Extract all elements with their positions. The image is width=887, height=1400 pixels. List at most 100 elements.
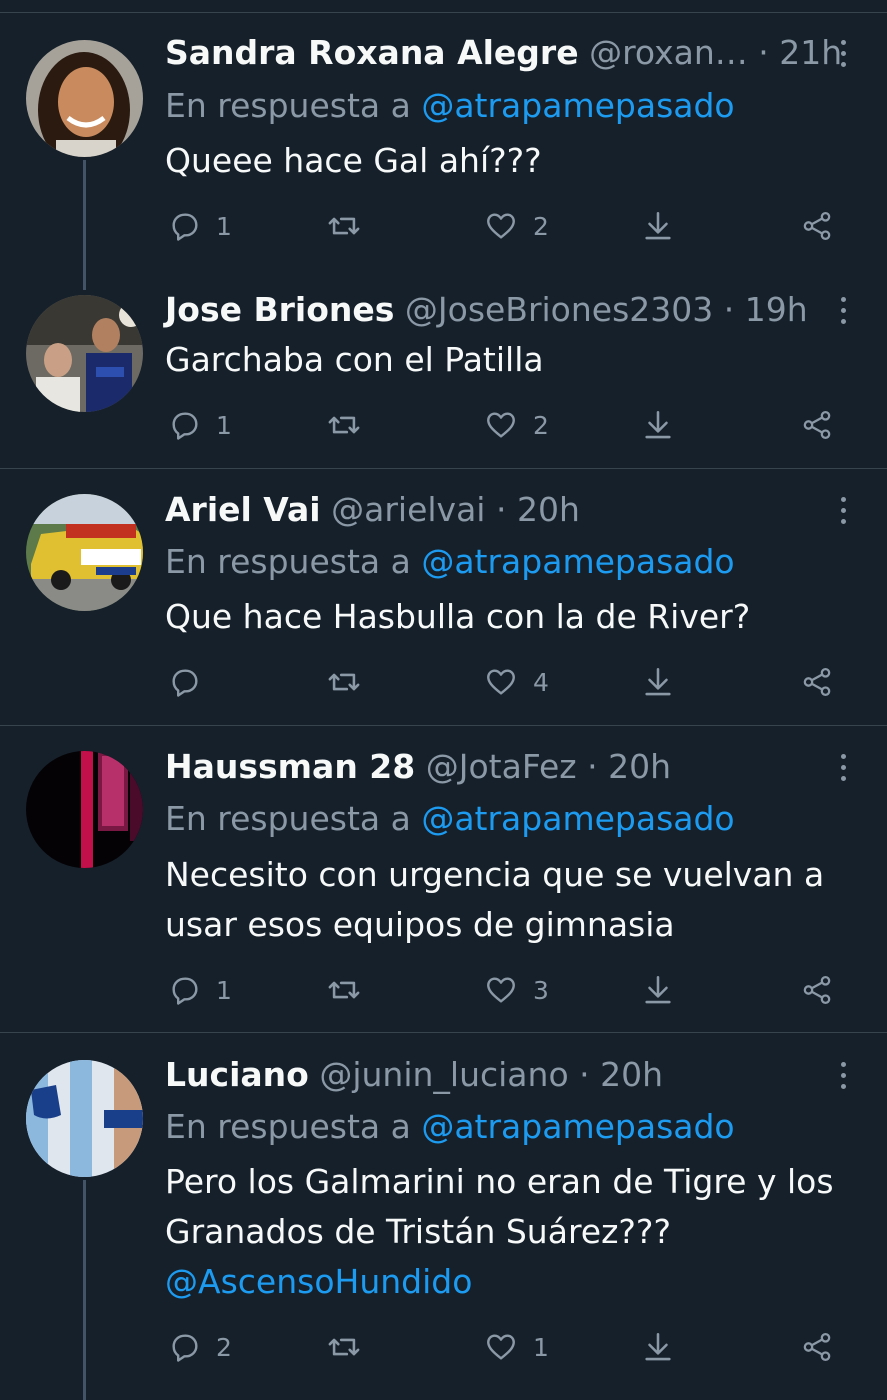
download-icon [645,1332,671,1361]
reply-to-link[interactable]: @atrapamepasado [421,86,734,125]
like-count: 2 [533,211,549,241]
tweet-text-line: Que hace Hasbulla con la de River? [165,597,751,636]
like-count: 3 [533,975,549,1005]
handle[interactable]: @roxan… [589,33,748,72]
reply-to-link[interactable]: @atrapamepasado [421,542,734,581]
reply-button[interactable]: 1 [168,206,232,246]
timestamp[interactable]: · 20h [577,747,671,786]
like-count: 1 [533,1332,549,1362]
reply-to-link[interactable]: @atrapamepasado [421,799,734,838]
retweet-button[interactable] [325,970,377,1010]
avatar[interactable] [26,1060,143,1177]
more-icon[interactable] [832,33,854,73]
share-button[interactable] [799,662,835,702]
download-icon [645,667,671,696]
timestamp[interactable]: · 19h [713,290,808,329]
tweet-text: Necesito con urgencia que se vuelvan a u… [165,850,855,950]
timestamp[interactable]: · 20h [569,1055,663,1094]
tweet-text: Garchaba con el Patilla [165,335,855,385]
display-name[interactable]: Sandra Roxana Alegre [165,33,579,72]
share-button[interactable] [799,206,835,246]
handle[interactable]: @JoseBriones2303 [405,290,713,329]
display-name[interactable]: Jose Briones [165,290,394,329]
handle[interactable]: @JotaFez [426,747,577,786]
retweet-button[interactable] [325,1327,377,1367]
tweet-1[interactable]: Sandra Roxana Alegre @roxan… · 21h En re… [0,0,887,290]
more-icon[interactable] [832,290,854,330]
tweet-header: Haussman 28 @JotaFez · 20h [165,747,671,787]
heart-icon [487,977,515,1003]
reply-icon [172,1334,198,1362]
tweet-text-line: Necesito con urgencia que se vuelvan a [165,855,825,894]
avatar[interactable] [26,751,143,868]
tweet-text-line: Garchaba con el Patilla [165,340,544,379]
display-name[interactable]: Ariel Vai [165,490,321,529]
download-button[interactable] [641,970,675,1010]
download-button[interactable] [641,1327,675,1367]
avatar[interactable] [26,494,143,611]
download-icon [645,975,671,1004]
reply-context: En respuesta a @atrapamepasado [165,86,735,126]
display-name[interactable]: Luciano [165,1055,309,1094]
share-icon [803,667,831,697]
tweet-header: Ariel Vai @arielvai · 20h [165,490,580,530]
tweet-text: Pero los Galmarini no eran de Tigre y lo… [165,1157,855,1307]
like-button[interactable]: 1 [483,1327,549,1367]
tweet-5[interactable]: Luciano @junin_luciano · 20h En respuest… [0,1033,887,1400]
reply-button[interactable]: 1 [168,970,232,1010]
tweet-text-line: Queee hace Gal ahí??? [165,141,542,180]
more-icon[interactable] [832,747,854,787]
retweet-icon [328,981,360,999]
reply-prefix: En respuesta a [165,1107,411,1146]
like-count: 2 [533,410,549,440]
retweet-icon [328,1338,360,1356]
tweet-text-line: Pero los Galmarini no eran de Tigre y lo… [165,1162,834,1201]
reply-prefix: En respuesta a [165,86,411,125]
handle[interactable]: @junin_luciano [319,1055,568,1094]
share-button[interactable] [799,405,835,445]
more-icon[interactable] [832,490,854,530]
reply-button[interactable]: 2 [168,1327,232,1367]
share-icon [803,975,831,1005]
reply-count: 1 [216,211,232,241]
more-icon[interactable] [832,1055,854,1095]
like-button[interactable]: 2 [483,405,549,445]
mention-link[interactable]: @AscensoHundido [165,1257,855,1307]
download-button[interactable] [641,662,675,702]
share-icon [803,211,831,241]
reply-icon [172,412,198,440]
like-button[interactable]: 4 [483,662,549,702]
reply-count: 2 [216,1332,232,1362]
reply-icon [172,669,198,697]
like-button[interactable]: 2 [483,206,549,246]
reply-count: 1 [216,975,232,1005]
action-bar: 4 [0,662,887,702]
tweet-header: Luciano @junin_luciano · 20h [165,1055,663,1095]
handle[interactable]: @arielvai [331,490,485,529]
share-button[interactable] [799,970,835,1010]
tweet-4[interactable]: Haussman 28 @JotaFez · 20h En respuesta … [0,726,887,1032]
timestamp[interactable]: · 20h [485,490,580,529]
avatar[interactable] [26,40,143,157]
retweet-button[interactable] [325,206,377,246]
display-name[interactable]: Haussman 28 [165,747,415,786]
timestamp[interactable]: · 21h [748,33,842,72]
avatar[interactable] [26,295,143,412]
retweet-button[interactable] [325,662,377,702]
reply-prefix: En respuesta a [165,542,411,581]
share-button[interactable] [799,1327,835,1367]
thread-line [83,1180,86,1400]
download-button[interactable] [641,206,675,246]
tweet-3[interactable]: Ariel Vai @arielvai · 20h En respuesta a… [0,469,887,725]
retweet-button[interactable] [325,405,377,445]
like-count: 4 [533,667,549,697]
like-button[interactable]: 3 [483,970,549,1010]
tweet-2[interactable]: Jose Briones @JoseBriones2303 · 19h Garc… [0,290,887,468]
reply-count: 1 [216,410,232,440]
tweet-text-line: usar esos equipos de gimnasia [165,905,675,944]
reply-context: En respuesta a @atrapamepasado [165,1107,735,1147]
reply-button[interactable]: 1 [168,405,232,445]
reply-button[interactable] [168,662,216,702]
reply-to-link[interactable]: @atrapamepasado [421,1107,734,1146]
download-button[interactable] [641,405,675,445]
